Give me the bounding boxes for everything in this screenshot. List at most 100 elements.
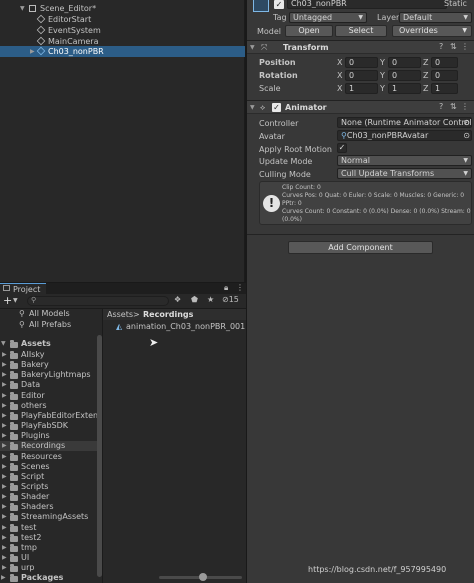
update-mode-dropdown[interactable]: Normal ▼ xyxy=(337,155,472,166)
controller-field[interactable]: None (Runtime Animator Controller) ⊙ xyxy=(337,117,472,128)
transform-z-input[interactable]: 0 xyxy=(431,70,458,81)
favorite-all-models[interactable]: ⚲ All Models xyxy=(0,309,98,319)
lock-icon[interactable]: 🔒︎ xyxy=(224,283,228,293)
folder-item-playfabsdk[interactable]: ▶ PlayFabSDK xyxy=(0,421,98,431)
expand-arrow-icon[interactable]: ▶ xyxy=(2,563,7,573)
folder-item-tmp[interactable]: ▶ tmp xyxy=(0,543,98,553)
folder-item-scripts[interactable]: ▶ Scripts xyxy=(0,482,98,492)
active-checkbox[interactable]: ✓ xyxy=(274,0,284,9)
axis-x-label[interactable]: X xyxy=(337,58,342,67)
axis-z-label[interactable]: Z xyxy=(423,84,428,93)
expand-arrow-icon[interactable]: ▶ xyxy=(2,553,7,563)
object-picker-icon[interactable]: ⊙ xyxy=(463,131,470,140)
expand-arrow-icon[interactable]: ▶ xyxy=(2,543,7,553)
favorite-all-prefabs[interactable]: ⚲ All Prefabs xyxy=(0,320,98,330)
breadcrumb-root[interactable]: Assets xyxy=(107,310,133,319)
transform-y-input[interactable]: 0 xyxy=(388,57,421,68)
transform-y-input[interactable]: 0 xyxy=(388,70,421,81)
folder-item-shaders[interactable]: ▶ Shaders xyxy=(0,502,98,512)
animator-header[interactable]: ▼ ⟡ ✓ Animator ? ⇅ ⋮ xyxy=(247,100,474,114)
hidden-packages-icon[interactable]: ⊘15 xyxy=(222,295,239,304)
hierarchy-item-eventsystem[interactable]: EventSystem xyxy=(0,25,245,36)
menu-icon[interactable]: ⋮ xyxy=(461,102,469,111)
static-label[interactable]: Static xyxy=(444,0,467,8)
project-tab[interactable]: Project xyxy=(0,283,46,294)
help-icon[interactable]: ? xyxy=(439,102,443,111)
expand-arrow-icon[interactable]: ▶ xyxy=(1,573,6,583)
folder-item-scenes[interactable]: ▶ Scenes xyxy=(0,462,98,472)
folder-item-playfabeditorextensions[interactable]: ▶ PlayFabEditorExtensions xyxy=(0,411,100,421)
transform-y-input[interactable]: 1 xyxy=(388,83,421,94)
transform-x-input[interactable]: 1 xyxy=(345,83,378,94)
menu-icon[interactable]: ⋮ xyxy=(236,283,244,292)
tag-dropdown[interactable]: Untagged ▼ xyxy=(289,12,367,23)
foldout-arrow-icon[interactable]: ▼ xyxy=(250,104,255,111)
breadcrumb-current[interactable]: Recordings xyxy=(143,310,193,319)
folder-item-urp[interactable]: ▶ urp xyxy=(0,563,98,573)
preset-icon[interactable]: ⇅ xyxy=(450,42,457,51)
object-name-input[interactable]: Ch03_nonPBR xyxy=(287,0,447,9)
expand-arrow-icon[interactable]: ▶ xyxy=(2,421,7,431)
search-by-label-icon[interactable]: ⬟ xyxy=(191,295,198,304)
expand-arrow-icon[interactable]: ▶ xyxy=(2,533,7,543)
axis-z-label[interactable]: Z xyxy=(423,58,428,67)
expand-arrow-icon[interactable]: ▶ xyxy=(2,512,7,522)
folder-item-editor[interactable]: ▶ Editor xyxy=(0,391,98,401)
asset-file-item[interactable]: ◭ animation_Ch03_nonPBR_001 xyxy=(113,322,245,333)
dropdown-arrow-icon[interactable]: ▼ xyxy=(13,297,18,304)
expand-arrow-icon[interactable]: ▶ xyxy=(2,523,7,533)
menu-icon[interactable]: ⋮ xyxy=(461,42,469,51)
expand-arrow-icon[interactable]: ▶ xyxy=(2,401,7,411)
folder-item-bakery[interactable]: ▶ Bakery xyxy=(0,360,98,370)
folder-item-test[interactable]: ▶ test xyxy=(0,523,98,533)
folder-item-shader[interactable]: ▶ Shader xyxy=(0,492,98,502)
expand-arrow-icon[interactable]: ▼ xyxy=(1,339,6,349)
expand-arrow-icon[interactable]: ▶ xyxy=(2,411,7,421)
axis-y-label[interactable]: Y xyxy=(380,84,385,93)
folder-item-recordings[interactable]: ▶ Recordings xyxy=(0,441,98,452)
assets-root[interactable]: ▼ Assets xyxy=(0,339,98,349)
expand-arrow-icon[interactable]: ▶ xyxy=(2,441,7,451)
transform-header[interactable]: ▼ ⤧ Transform ? ⇅ ⋮ xyxy=(247,40,474,54)
folder-item-others[interactable]: ▶ others xyxy=(0,401,98,411)
apply-root-motion-checkbox[interactable]: ✓ xyxy=(337,143,347,153)
axis-y-label[interactable]: Y xyxy=(380,58,385,67)
folder-item-streamingassets[interactable]: ▶ StreamingAssets xyxy=(0,512,98,522)
packages-root[interactable]: ▶ Packages xyxy=(0,573,98,583)
expand-arrow-icon[interactable]: ▶ xyxy=(2,452,7,462)
open-button[interactable]: Open xyxy=(285,25,333,37)
foldout-arrow-icon[interactable]: ▼ xyxy=(250,44,255,51)
create-plus-icon[interactable]: + xyxy=(3,294,12,307)
folder-item-ui[interactable]: ▶ UI xyxy=(0,553,98,563)
transform-z-input[interactable]: 0 xyxy=(431,57,458,68)
zoom-slider-handle[interactable] xyxy=(199,573,207,581)
folder-item-test2[interactable]: ▶ test2 xyxy=(0,533,98,543)
folder-item-script[interactable]: ▶ Script xyxy=(0,472,98,482)
folder-item-plugins[interactable]: ▶ Plugins xyxy=(0,431,98,441)
expand-arrow-icon[interactable]: ▶ xyxy=(2,482,7,492)
add-component-button[interactable]: Add Component xyxy=(288,241,433,254)
search-by-type-icon[interactable]: ❖ xyxy=(174,295,181,304)
expand-arrow-icon[interactable]: ▶ xyxy=(2,431,7,441)
favorite-icon[interactable]: ★ xyxy=(207,295,214,304)
preset-icon[interactable]: ⇅ xyxy=(450,102,457,111)
hierarchy-item-ch03[interactable]: ▶ Ch03_nonPBR xyxy=(0,46,245,57)
object-picker-icon[interactable]: ⊙ xyxy=(463,118,470,127)
hierarchy-item-editorstart[interactable]: EditorStart xyxy=(0,14,245,25)
animator-enabled-checkbox[interactable]: ✓ xyxy=(272,103,281,112)
search-input[interactable]: ⚲ xyxy=(27,296,169,306)
expand-arrow-icon[interactable]: ▶ xyxy=(2,492,7,502)
overrides-dropdown[interactable]: Overrides ▼ xyxy=(392,25,472,37)
help-icon[interactable]: ? xyxy=(439,42,443,51)
expand-arrow-icon[interactable]: ▶ xyxy=(30,46,35,57)
expand-arrow-icon[interactable]: ▶ xyxy=(2,360,7,370)
folder-item-resources[interactable]: ▶ Resources xyxy=(0,452,98,462)
folder-item-aiisky[interactable]: ▶ AIIsky xyxy=(0,350,98,360)
expand-arrow-icon[interactable]: ▶ xyxy=(2,472,7,482)
expand-arrow-icon[interactable]: ▶ xyxy=(2,502,7,512)
axis-z-label[interactable]: Z xyxy=(423,71,428,80)
select-button[interactable]: Select xyxy=(335,25,387,37)
axis-x-label[interactable]: X xyxy=(337,84,342,93)
expand-arrow-icon[interactable]: ▼ xyxy=(20,3,25,14)
transform-x-input[interactable]: 0 xyxy=(345,57,378,68)
